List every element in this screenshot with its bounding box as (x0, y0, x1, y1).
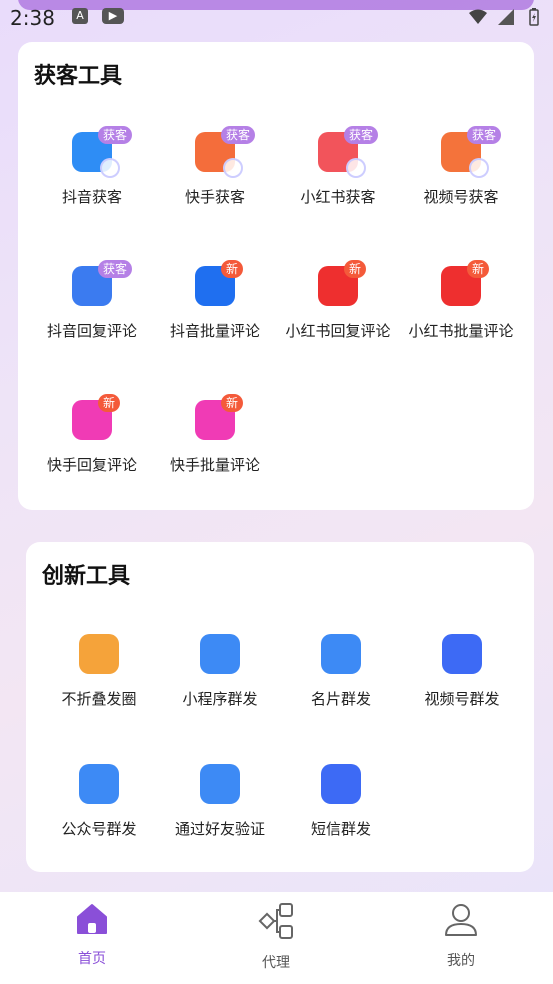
nav-home-label: 首页 (78, 951, 106, 967)
tool-item[interactable]: 新小红书回复评论 (278, 260, 398, 341)
home-icon (42, 902, 142, 940)
tool-item[interactable]: 公众号群发 (39, 764, 159, 839)
tool-label: 视频号获客 (423, 188, 499, 206)
tool-label: 快手获客 (184, 188, 245, 206)
moments-icon-glyph (79, 634, 119, 674)
sms-icon-glyph (321, 764, 361, 804)
shipinhao-icon: 获客 (441, 126, 502, 178)
paper-plane-icon (200, 634, 240, 674)
top-accent-bar (18, 0, 534, 10)
tool-item[interactable]: 新快手回复评论 (32, 394, 152, 475)
friend-verify-icon-glyph (200, 764, 240, 804)
tool-label: 小红书批量评论 (408, 322, 514, 340)
kuaishou-reply-icon: 新 (72, 394, 121, 440)
tool-label: 快手回复评论 (46, 456, 137, 474)
tool-badge: 获客 (344, 126, 379, 144)
kuaishou-icon: 获客 (195, 126, 256, 178)
tool-badge: 新 (98, 394, 121, 412)
tool-label: 通过好友验证 (174, 820, 265, 838)
check-badge-icon (100, 158, 120, 178)
keyboard-notification-icon: A (72, 8, 88, 24)
moments-icon (79, 634, 119, 674)
tool-badge: 获客 (221, 126, 256, 144)
nav-agent-label: 代理 (262, 955, 290, 971)
agent-icon (226, 902, 326, 944)
tool-label: 抖音回复评论 (46, 322, 137, 340)
tool-label: 小红书获客 (300, 188, 376, 206)
tool-badge: 获客 (98, 260, 133, 278)
official-account-icon-glyph (79, 764, 119, 804)
tool-label: 视频号群发 (424, 690, 500, 708)
check-badge-icon (223, 158, 243, 178)
xiaohongshu-icon: 获客 (318, 126, 379, 178)
tool-item[interactable]: 视频号群发 (402, 634, 522, 709)
tool-item[interactable]: 小程序群发 (160, 634, 280, 709)
tool-item[interactable]: 获客小红书获客 (278, 126, 398, 207)
check-badge-icon (346, 158, 366, 178)
tool-item[interactable]: 不折叠发圈 (39, 634, 159, 709)
tool-label: 小红书回复评论 (285, 322, 391, 340)
paper-plane-icon-glyph (200, 634, 240, 674)
tv-icon-glyph (442, 634, 482, 674)
tv-icon (442, 634, 482, 674)
tool-label: 快手批量评论 (169, 456, 260, 474)
section-title-acquisition: 获客工具 (34, 64, 123, 89)
status-time: 2:38 (10, 6, 55, 30)
tool-item[interactable]: 获客抖音获客 (32, 126, 152, 207)
xhs-reply-icon: 新 (318, 260, 367, 306)
tool-item[interactable]: 获客快手获客 (155, 126, 275, 207)
check-badge-icon (469, 158, 489, 178)
xhs-batch-icon: 新 (441, 260, 490, 306)
tool-item[interactable]: 新快手批量评论 (155, 394, 275, 475)
profile-icon (411, 902, 511, 942)
douyin-batch-icon: 新 (195, 260, 244, 306)
tool-label: 抖音批量评论 (169, 322, 260, 340)
tool-badge: 新 (221, 260, 244, 278)
nav-profile[interactable]: 我的 (411, 902, 511, 970)
tool-badge: 新 (467, 260, 490, 278)
kuaishou-batch-icon: 新 (195, 394, 244, 440)
youtube-notification-icon: ▶ (102, 8, 124, 24)
innovation-tools-card: 创新工具 不折叠发圈 小程序群发 名片群发 视频号群发公众号群发 通过好友验证 短信群发 (26, 542, 534, 872)
status-bar: 2:38 A ▶ (0, 0, 553, 36)
nav-home[interactable]: 首页 (42, 902, 142, 968)
tool-badge: 新 (221, 394, 244, 412)
card-share-icon (321, 634, 361, 674)
nav-profile-label: 我的 (447, 953, 475, 969)
signal-icon (497, 8, 515, 26)
sms-icon (321, 764, 361, 804)
douyin-icon: 获客 (72, 126, 133, 178)
bottom-navigation: 首页 代理 我的 (0, 892, 553, 984)
tool-badge: 获客 (467, 126, 502, 144)
tool-label: 抖音获客 (61, 188, 122, 206)
tool-label: 公众号群发 (61, 820, 137, 838)
battery-icon (525, 8, 543, 26)
nav-agent[interactable]: 代理 (226, 902, 326, 972)
section-title-innovation: 创新工具 (42, 564, 131, 589)
friend-verify-icon (200, 764, 240, 804)
tool-item[interactable]: 短信群发 (281, 764, 401, 839)
tool-label: 不折叠发圈 (61, 690, 137, 708)
wifi-icon (469, 8, 487, 26)
tool-item[interactable]: 获客抖音回复评论 (32, 260, 152, 341)
tool-label: 名片群发 (310, 690, 371, 708)
tool-label: 短信群发 (310, 820, 371, 838)
tool-badge: 新 (344, 260, 367, 278)
card-share-icon-glyph (321, 634, 361, 674)
tool-label: 小程序群发 (182, 690, 258, 708)
tool-item[interactable]: 新小红书批量评论 (401, 260, 521, 341)
official-account-icon (79, 764, 119, 804)
tool-badge: 获客 (98, 126, 133, 144)
tool-item[interactable]: 获客视频号获客 (401, 126, 521, 207)
tool-item[interactable]: 新抖音批量评论 (155, 260, 275, 341)
tool-item[interactable]: 名片群发 (281, 634, 401, 709)
tool-item[interactable]: 通过好友验证 (160, 764, 280, 839)
douyin-reply-icon: 获客 (72, 260, 133, 306)
acquisition-tools-card: 获客工具 获客 抖音获客 获客 快手获客 获客 小红书获客 获客 视频号获客 获客 抖音回复评论新… (18, 42, 534, 510)
